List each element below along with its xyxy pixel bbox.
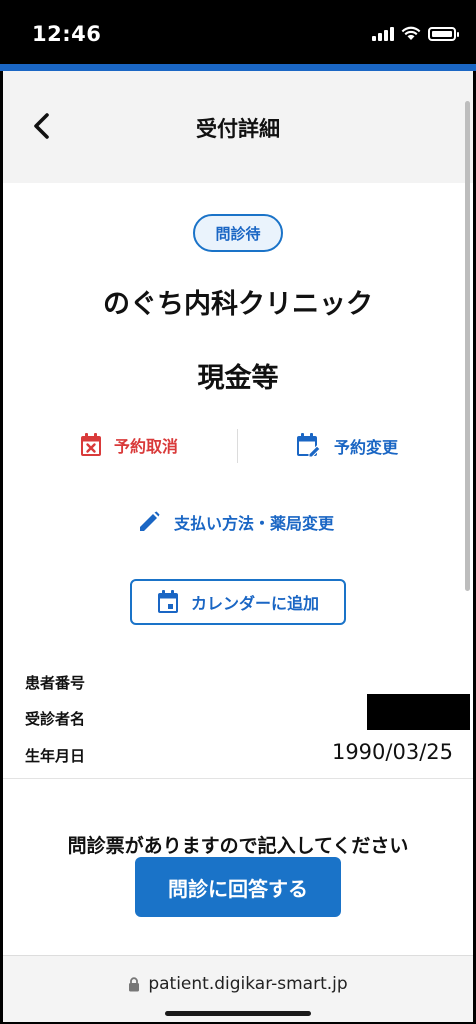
questionnaire-section: 問診票がありますので記入してください 問診に回答する bbox=[3, 779, 473, 955]
status-bar: 12:46 bbox=[0, 0, 476, 64]
change-reservation-label: 予約変更 bbox=[334, 438, 399, 457]
calendar-edit-icon bbox=[297, 433, 321, 458]
action-divider bbox=[237, 429, 238, 463]
wifi-icon bbox=[401, 26, 421, 40]
app-screen: 受付詳細 問診待 のぐち内科クリニック 現金等 予約取消 予約変更 支払い方法・… bbox=[3, 71, 473, 1022]
change-payment-pharmacy-label: 支払い方法・薬局変更 bbox=[174, 514, 335, 533]
redacted-patient-info bbox=[367, 694, 470, 730]
add-to-calendar-label: カレンダーに追加 bbox=[190, 594, 319, 613]
signal-icon bbox=[372, 26, 394, 41]
url-text: patient.digikar-smart.jp bbox=[148, 974, 348, 994]
lock-icon bbox=[129, 976, 140, 991]
clinic-name: のぐち内科クリニック bbox=[103, 289, 373, 320]
phone-frame: 12:46 受付詳細 問診待 のぐち内科クリニック 現金等 予約取消 予約変更 … bbox=[0, 0, 476, 1024]
patient-number-label: 患者番号 bbox=[25, 674, 86, 692]
calendar-icon bbox=[157, 590, 178, 613]
change-reservation-button[interactable]: 予約変更 bbox=[296, 433, 398, 459]
page-header: 受付詳細 bbox=[3, 71, 473, 183]
birth-date-label: 生年月日 bbox=[25, 747, 86, 765]
birth-date-value: 1990/03/25 bbox=[331, 740, 453, 764]
reservation-actions: 予約取消 予約変更 bbox=[3, 429, 473, 469]
payment-method: 現金等 bbox=[197, 363, 279, 394]
change-payment-pharmacy-button[interactable]: 支払い方法・薬局変更 bbox=[138, 510, 334, 534]
home-indicator[interactable] bbox=[165, 1011, 311, 1016]
battery-icon bbox=[428, 26, 459, 41]
status-badge: 問診待 bbox=[193, 214, 283, 252]
add-to-calendar-button[interactable]: カレンダーに追加 bbox=[130, 579, 346, 625]
url-display: patient.digikar-smart.jp bbox=[3, 974, 473, 994]
cancel-reservation-label: 予約取消 bbox=[114, 437, 179, 456]
answer-questionnaire-button[interactable]: 問診に回答する bbox=[135, 857, 341, 917]
page-title: 受付詳細 bbox=[196, 117, 280, 141]
accent-line bbox=[0, 64, 476, 71]
scrollbar[interactable] bbox=[465, 101, 470, 591]
pencil-icon bbox=[140, 511, 160, 531]
questionnaire-notice: 問診票がありますので記入してください bbox=[67, 835, 409, 857]
patient-name-label: 受診者名 bbox=[25, 710, 86, 728]
status-time: 12:46 bbox=[32, 22, 102, 46]
status-icons bbox=[372, 26, 459, 41]
calendar-cancel-icon bbox=[81, 433, 101, 456]
cancel-reservation-button[interactable]: 予約取消 bbox=[80, 433, 178, 457]
